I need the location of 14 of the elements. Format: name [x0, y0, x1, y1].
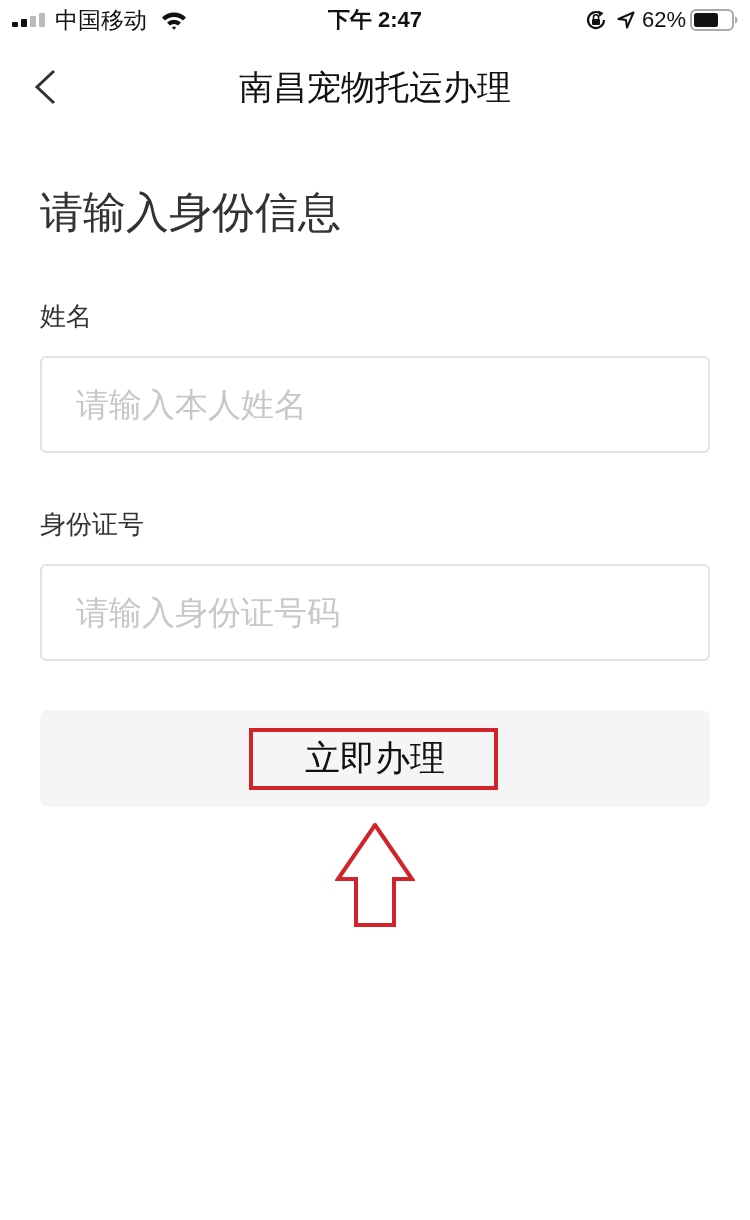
battery-icon	[690, 9, 738, 31]
rotation-lock-icon	[584, 9, 607, 31]
status-time: 下午 2:47	[327, 6, 423, 34]
submit-button[interactable]: 立即办理	[40, 710, 710, 807]
wifi-icon	[161, 10, 187, 30]
location-arrow-icon	[616, 11, 635, 29]
battery-percent: 62%	[641, 6, 686, 34]
field-label: 身份证号	[40, 508, 145, 541]
form-heading: 请输入身份信息	[40, 187, 342, 237]
page-title: 南昌宠物托运办理	[239, 67, 511, 108]
signal-icon	[12, 13, 46, 27]
carrier-name: 中国移动	[55, 6, 147, 34]
chevron-left-icon	[33, 69, 57, 105]
field-label: 姓名	[40, 300, 93, 333]
